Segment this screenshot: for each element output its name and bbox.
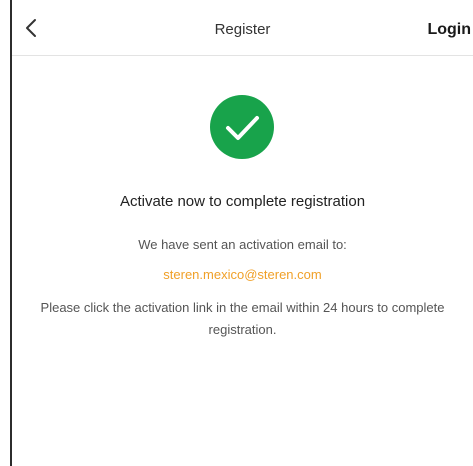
sent-email-notice: We have sent an activation email to: [138,237,347,252]
activation-headline: Activate now to complete registration [119,193,366,210]
success-badge [210,95,274,159]
registration-screen: Register Login Activate now to complete … [10,0,473,466]
login-button[interactable]: Login [427,0,471,56]
page-title: Register [214,21,271,38]
activation-instructions: Please click the activation link in the … [40,300,445,337]
top-bar: Register Login [12,0,473,56]
checkmark-icon [226,116,259,140]
email-address: steren.mexico@steren.com [163,267,322,282]
